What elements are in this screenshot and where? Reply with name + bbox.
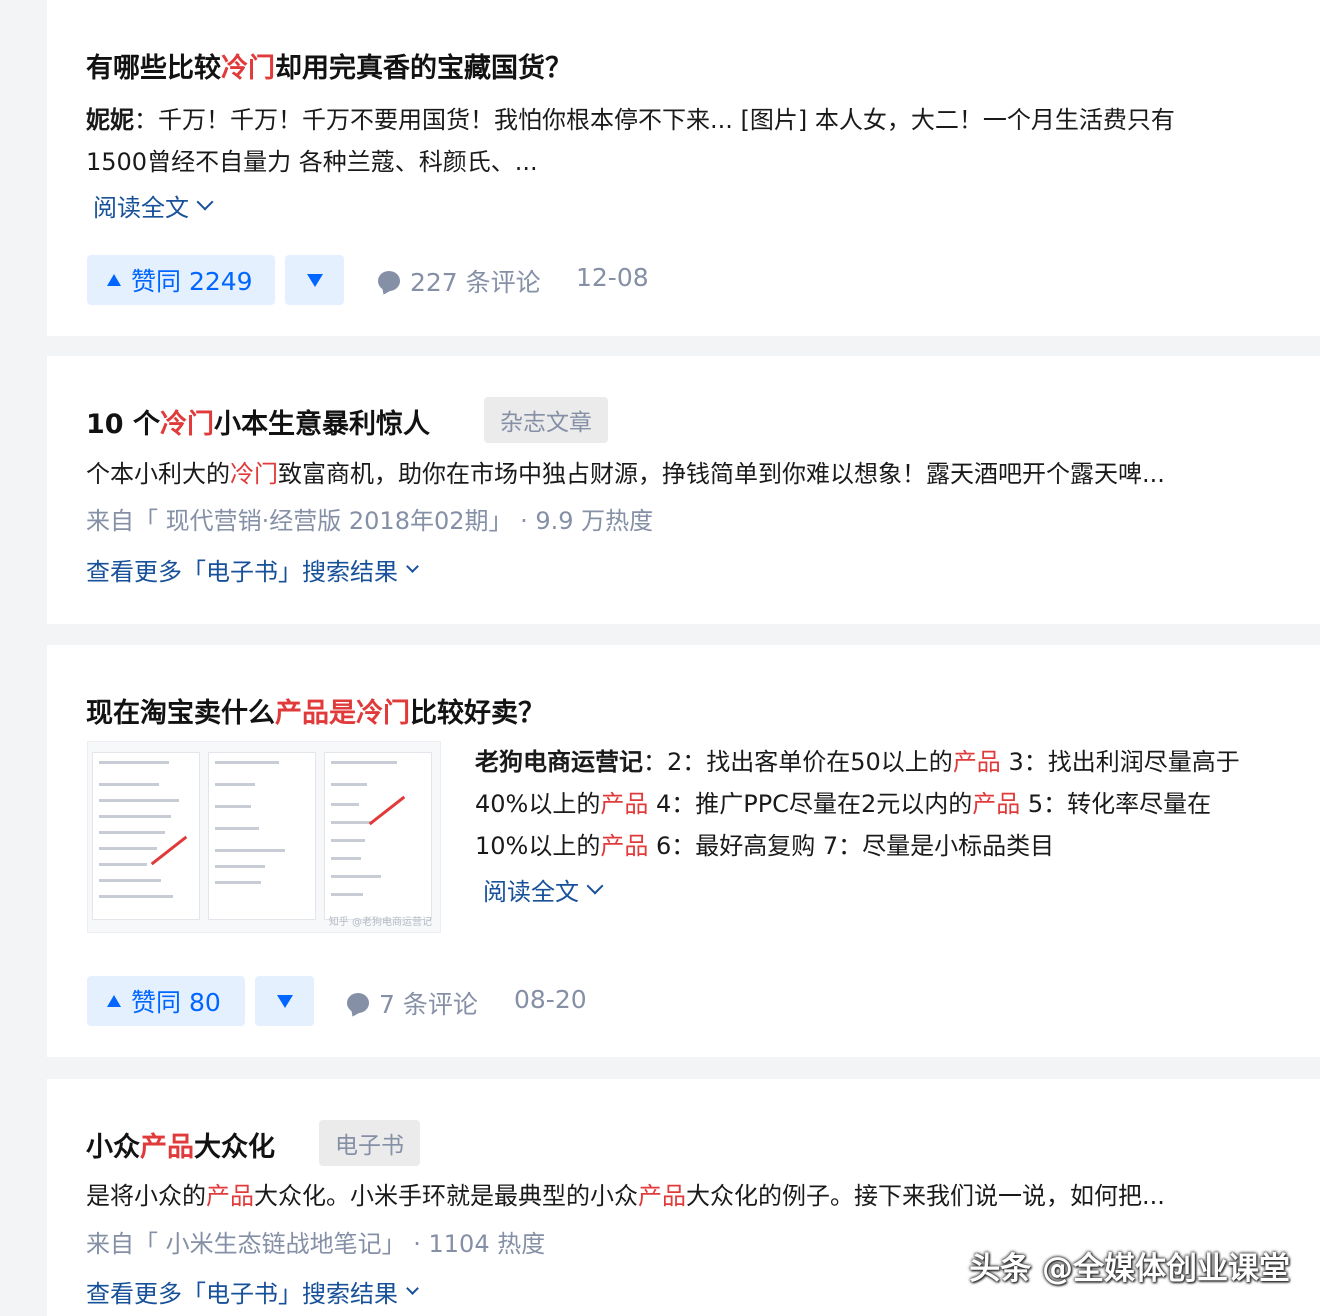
more-results-link[interactable]: 查看更多「电子书」搜索结果 bbox=[86, 552, 419, 587]
content-type-tag: 杂志文章 bbox=[484, 397, 608, 443]
comment-bubble-icon bbox=[347, 993, 369, 1013]
answer-thumbnail[interactable]: 知乎 @老狗电商运营记 bbox=[87, 741, 441, 933]
answer-excerpt[interactable]: 妮妮：千万！千万！千万不要用国货！我怕你根本停不下来... [图片] 本人女，大… bbox=[86, 99, 1286, 183]
result-title[interactable]: 小众产品大众化 bbox=[86, 1125, 275, 1164]
source-info: 来自「 现代营销·经营版 2018年02期」 · 9.9 万热度 bbox=[86, 507, 654, 535]
read-more-link[interactable]: 阅读全文 bbox=[483, 872, 604, 907]
answer-card: 有哪些比较冷门却用完真香的宝藏国货？ 妮妮：千万！千万！千万不要用国货！我怕你根… bbox=[47, 0, 1320, 336]
thumbnail-caption: 知乎 @老狗电商运营记 bbox=[328, 917, 432, 928]
watermark: 头条 @全媒体创业课堂 bbox=[969, 1251, 1290, 1287]
result-title[interactable]: 现在淘宝卖什么产品是冷门比较好卖？ bbox=[86, 691, 545, 730]
comment-bubble-icon bbox=[378, 271, 400, 291]
upvote-button[interactable]: 赞同 80 bbox=[87, 976, 245, 1026]
read-more-link[interactable]: 阅读全文 bbox=[93, 188, 214, 223]
downvote-button[interactable] bbox=[285, 255, 344, 305]
source-info: 来自「 小米生态链战地笔记」 · 1104 热度 bbox=[86, 1230, 546, 1258]
post-date: 12-08 bbox=[576, 263, 649, 292]
triangle-up-icon bbox=[107, 274, 121, 286]
chevron-down-icon bbox=[196, 193, 214, 210]
result-excerpt[interactable]: 是将小众的产品大众化。小米手环就是最典型的小众产品大众化的例子。接下来我们说一说… bbox=[86, 1175, 1165, 1217]
content-type-tag: 电子书 bbox=[319, 1120, 420, 1166]
comments-button[interactable]: 7 条评论 bbox=[347, 985, 478, 1021]
answer-excerpt[interactable]: 老狗电商运营记：2：找出客单价在50以上的产品 3：找出利润尽量高于 40%以上… bbox=[475, 741, 1315, 867]
triangle-down-icon bbox=[276, 994, 293, 1008]
author-name[interactable]: 妮妮 bbox=[86, 106, 134, 134]
triangle-down-icon bbox=[306, 273, 323, 287]
comments-button[interactable]: 227 条评论 bbox=[378, 263, 541, 299]
result-title[interactable]: 10 个冷门小本生意暴利惊人 bbox=[86, 402, 430, 441]
result-excerpt[interactable]: 个本小利大的冷门致富商机，助你在市场中独占财源，挣钱简单到你难以想象！露天酒吧开… bbox=[86, 453, 1165, 495]
chevron-down-icon bbox=[406, 1282, 419, 1295]
downvote-button[interactable] bbox=[255, 976, 314, 1026]
triangle-up-icon bbox=[107, 995, 121, 1007]
result-title[interactable]: 有哪些比较冷门却用完真香的宝藏国货？ bbox=[86, 46, 572, 85]
chevron-down-icon bbox=[586, 877, 604, 894]
magazine-card: 10 个冷门小本生意暴利惊人 杂志文章 个本小利大的冷门致富商机，助你在市场中独… bbox=[47, 356, 1320, 624]
post-date: 08-20 bbox=[514, 985, 587, 1014]
more-results-link[interactable]: 查看更多「电子书」搜索结果 bbox=[86, 1274, 419, 1309]
answer-card: 现在淘宝卖什么产品是冷门比较好卖？ 知乎 @老狗电商运营记 老狗电商运营记：2：… bbox=[47, 645, 1320, 1057]
upvote-button[interactable]: 赞同 2249 bbox=[87, 255, 275, 305]
author-name[interactable]: 老狗电商运营记 bbox=[475, 748, 643, 776]
chevron-down-icon bbox=[406, 560, 419, 573]
